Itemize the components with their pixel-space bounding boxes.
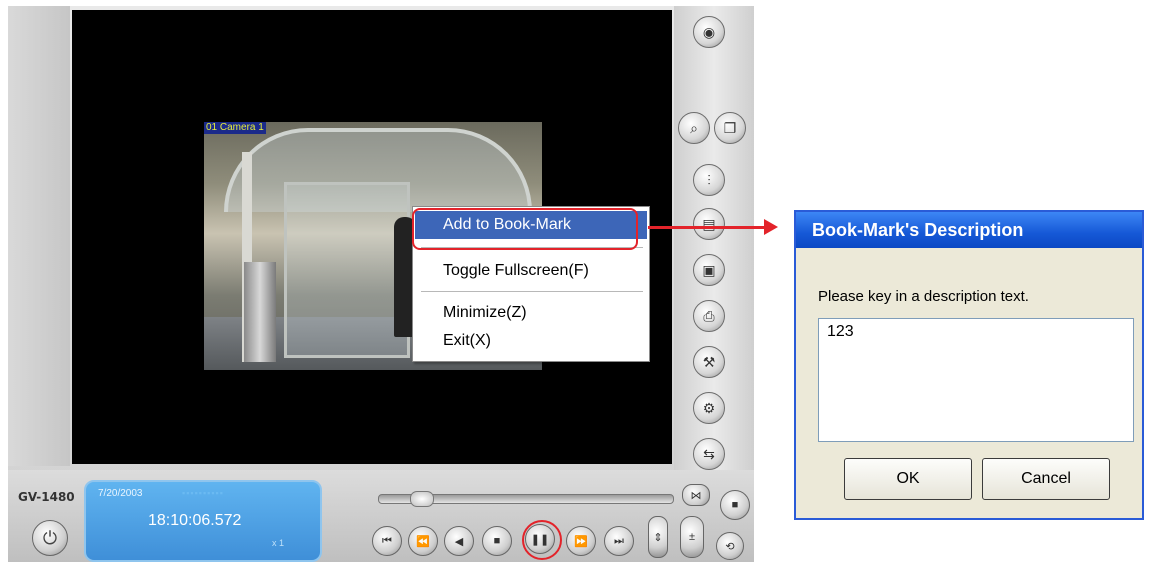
menu-item-exit[interactable]: Exit(X)	[415, 327, 647, 355]
power-icon[interactable]: ⏻	[32, 520, 68, 556]
jump-icon[interactable]: ⋈	[682, 484, 710, 506]
copy-icon[interactable]: ❐	[714, 112, 746, 144]
gear-icon[interactable]: ⚙	[693, 392, 725, 424]
pause-highlight-ring	[522, 520, 562, 560]
export-icon[interactable]: ⇆	[693, 438, 725, 470]
model-label: GV-1480	[18, 490, 75, 504]
prev-frame-icon[interactable]: ⏪	[408, 526, 438, 556]
ok-button[interactable]: OK	[844, 458, 972, 500]
dialog-title: Book-Mark's Description	[796, 212, 1142, 248]
next-frame-icon[interactable]: ⏩	[566, 526, 596, 556]
floppy-icon[interactable]: ▣	[693, 254, 725, 286]
camera-label: 01 Camera 1	[204, 122, 266, 134]
highlight-ring	[412, 208, 638, 250]
ab-repeat-icon[interactable]: ⟲	[716, 532, 744, 560]
zoom-plus-minus-icon[interactable]: ±	[680, 516, 704, 558]
camera-trash-can	[244, 262, 276, 362]
rewind-icon[interactable]: ◀	[444, 526, 474, 556]
lcd-display: 7/20/2003 ▪▪▪▪▪▪▪▪▪▪ 18:10:06.572 x 1	[84, 480, 322, 562]
lcd-date: 7/20/2003	[98, 488, 143, 499]
lcd-ghost-segments: ▪▪▪▪▪▪▪▪▪▪	[182, 488, 224, 498]
lcd-speed: x 1	[272, 538, 285, 548]
menu-item-toggle-fullscreen[interactable]: Toggle Fullscreen(F)	[415, 257, 647, 285]
menu-item-minimize[interactable]: Minimize(Z)	[415, 299, 647, 327]
last-icon[interactable]: ⏭	[604, 526, 634, 556]
menu-separator	[421, 291, 643, 292]
playback-slider-thumb[interactable]	[410, 491, 434, 507]
first-icon[interactable]: ⏮	[372, 526, 402, 556]
left-strip	[8, 6, 70, 466]
dialog-prompt: Please key in a description text.	[818, 288, 1029, 305]
cancel-button[interactable]: Cancel	[982, 458, 1110, 500]
description-textarea[interactable]: 123	[818, 318, 1134, 442]
callout-arrow-line	[648, 226, 768, 229]
record-icon[interactable]: ■	[720, 490, 750, 520]
save-icon[interactable]: ▤	[693, 208, 725, 240]
bookmark-dialog: Book-Mark's Description Please key in a …	[794, 210, 1144, 520]
print-icon[interactable]: ⎙	[693, 300, 725, 332]
callout-arrow-head-icon	[764, 219, 778, 235]
search-icon[interactable]: ⌕	[678, 112, 710, 144]
camera-revolving-door	[284, 182, 410, 358]
equalizer-icon[interactable]: ⫶	[693, 164, 725, 196]
camera-settings-icon[interactable]: ◉	[693, 16, 725, 48]
lcd-time: 18:10:06.572	[148, 512, 242, 529]
speed-stepper-icon[interactable]: ⇕	[648, 516, 668, 558]
tools-icon[interactable]: ⚒	[693, 346, 725, 378]
stop-icon[interactable]: ■	[482, 526, 512, 556]
